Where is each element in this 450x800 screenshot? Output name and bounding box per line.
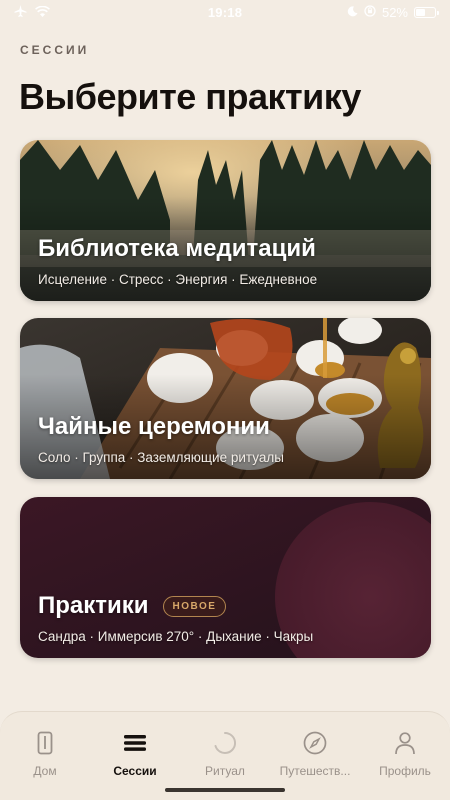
stack-icon [124,730,146,756]
status-time: 19:18 [207,4,243,20]
wifi-icon [35,5,50,20]
card-title: Практики [38,592,149,619]
status-right: 52% [316,4,439,20]
card-title-row: Практики НОВОЕ [38,592,413,620]
card-meditation-library[interactable]: Библиотека медитаций Исцеление · Стресс … [20,140,431,301]
tab-label: Ритуал [205,764,245,778]
card-tags: Соло · Группа · Заземляющие ритуалы [38,450,284,465]
circle-progress-icon [213,730,237,756]
card-title: Чайные церемонии [38,413,270,440]
tab-label: Путешеств... [279,764,351,778]
home-indicator [165,788,285,792]
status-bar: 19:18 52% [0,0,450,24]
page-title: Выберите практику [19,76,361,117]
tab-ritual[interactable]: Ритуал [182,730,268,778]
tab-sessions[interactable]: Сессии [92,730,178,778]
airplane-icon [14,4,27,20]
card-tags: Исцеление · Стресс · Энергия · Ежедневно… [38,272,318,287]
tab-bar: Дом Сессии Ритуал Путешеств... Профиль [0,711,450,800]
new-badge: НОВОЕ [162,595,227,617]
tab-home[interactable]: Дом [2,730,88,778]
card-tea-ceremonies[interactable]: Чайные церемонии Соло · Группа · Заземля… [20,318,431,479]
orientation-lock-icon [364,4,376,20]
battery-icon [414,6,439,18]
tab-label: Профиль [379,764,431,778]
moon-icon [347,5,358,20]
card-tags: Сандра · Иммерсив 270° · Дыхание · Чакры [38,629,314,644]
card-content: Практики НОВОЕ Сандра · Иммерсив 270° · … [38,592,413,644]
card-title: Библиотека медитаций [38,235,316,262]
tab-profile[interactable]: Профиль [362,730,448,778]
phone-icon [37,730,53,756]
battery-level [416,8,426,16]
section-eyebrow: СЕССИИ [20,43,90,57]
status-left [14,4,134,20]
tab-journeys[interactable]: Путешеств... [272,730,358,778]
card-content: Библиотека медитаций Исцеление · Стресс … [38,235,413,287]
compass-icon [303,730,327,756]
person-icon [394,730,416,756]
tab-label: Сессии [113,764,157,778]
battery-percent: 52% [381,4,408,20]
card-practices[interactable]: Практики НОВОЕ Сандра · Иммерсив 270° · … [20,497,431,658]
card-content: Чайные церемонии Соло · Группа · Заземля… [38,413,413,465]
tab-label: Дом [33,764,57,778]
